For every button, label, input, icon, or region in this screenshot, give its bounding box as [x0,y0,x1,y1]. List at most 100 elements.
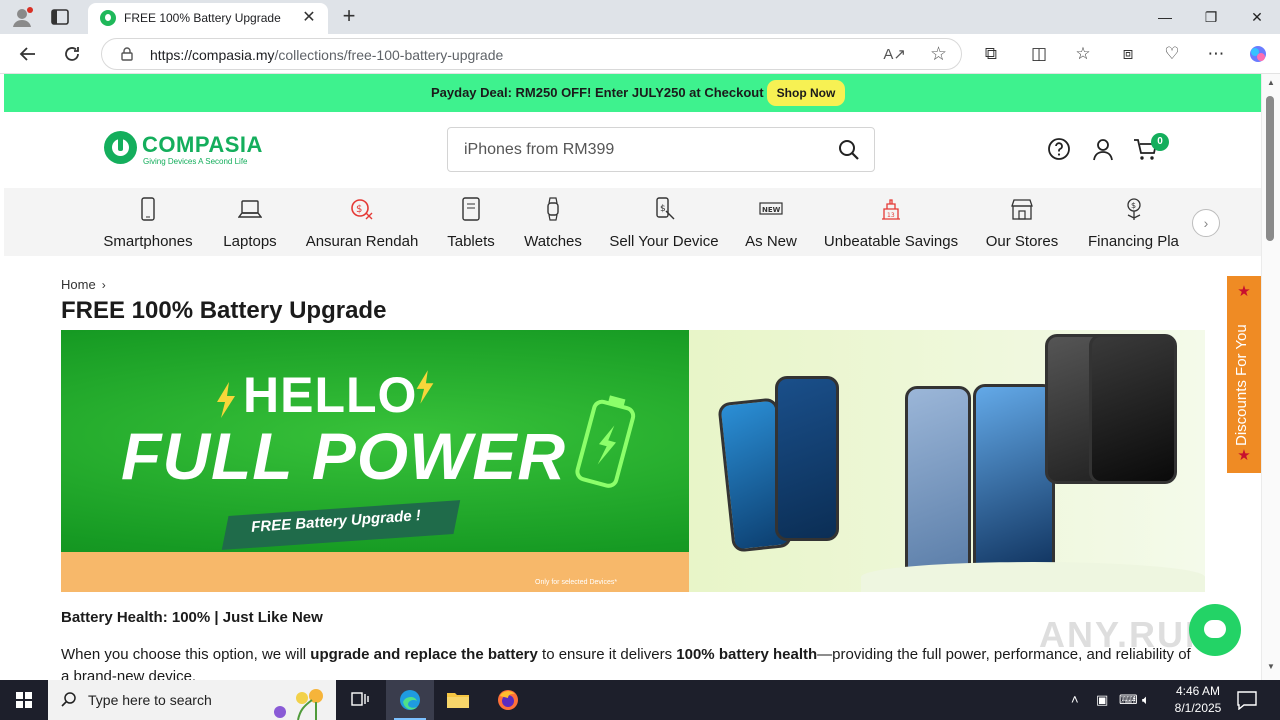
extensions-icon[interactable]: ⧉ [979,42,1003,66]
taskbar-search-input[interactable]: Type here to search [48,680,336,720]
iphone-sierra-blue-image [905,386,971,578]
category-unbeatable-savings[interactable]: 13 Unbeatable Savings [822,188,960,256]
category-our-stores[interactable]: Our Stores [982,188,1062,256]
taskbar-clock[interactable]: 4:46 AM 8/1/2025 [1160,683,1236,717]
restore-button[interactable]: ❐ [1196,5,1226,29]
more-menu-icon[interactable]: ⋯ [1204,42,1228,66]
tab-close-icon[interactable]: ✕ [298,7,320,29]
tray-device-icon[interactable]: ▣ [1096,692,1108,708]
tab-actions-icon[interactable] [50,8,70,26]
shop-now-button[interactable]: Shop Now [767,80,845,106]
category-financing-plans[interactable]: $ Financing Pla [1088,188,1180,256]
copilot-icon[interactable] [1246,42,1270,66]
watch-icon [547,197,559,221]
favorites-icon[interactable]: ☆ [1071,42,1095,66]
browser-essentials-icon[interactable]: ♡ [1160,42,1184,66]
edge-icon [400,690,420,710]
svg-text:$: $ [1131,201,1136,210]
svg-text:NEW: NEW [762,206,781,214]
tab-active[interactable]: FREE 100% Battery Upgrade ✕ [88,3,328,34]
new-tab-button[interactable]: + [338,5,360,27]
banner-full-power-text: FULL POWER [121,419,567,493]
discounts-side-tab[interactable]: ★ Discounts For You ★ [1227,276,1261,473]
taskbar-file-explorer[interactable] [434,680,482,720]
category-next-button[interactable]: › [1192,209,1220,237]
taskbar-edge[interactable] [386,680,434,720]
search-icon [61,692,76,707]
minimize-button[interactable]: — [1150,5,1180,29]
windows-start-icon[interactable] [0,680,48,720]
compasia-logo[interactable]: COMPASIA Giving Devices A Second Life [104,131,262,169]
favorite-star-icon[interactable]: ☆ [930,43,947,66]
search-input[interactable]: iPhones from RM399 [447,127,875,172]
help-icon[interactable] [1046,136,1072,162]
task-view-button[interactable] [336,680,384,720]
volume-icon[interactable]: 🔈︎ [1142,692,1150,708]
url-text: https://compasia.my/collections/free-100… [150,47,503,63]
search-icon[interactable] [838,139,860,161]
breadcrumb-home[interactable]: Home [61,277,96,292]
scroll-down-icon[interactable]: ▼ [1267,662,1275,671]
windows-taskbar: Type here to search ˄ ▣ ⌨ 🔈︎ 4:46 AM 8/1… [0,680,1280,720]
chat-button[interactable] [1189,604,1241,656]
clock-date: 8/1/2025 [1174,701,1222,715]
star-icon: ★ [1237,447,1251,464]
task-view-icon [351,692,369,706]
discounts-label: Discounts For You [1233,324,1250,446]
web-page: Payday Deal: RM250 OFF! Enter JULY250 at… [4,74,1261,680]
description-paragraph: When you choose this option, we will upg… [61,644,1201,680]
scroll-up-icon[interactable]: ▲ [1267,78,1275,87]
taskbar-firefox[interactable] [484,680,532,720]
category-label: As New [745,233,797,250]
lightning-icon [217,382,235,418]
category-label: Ansuran Rendah [305,233,419,250]
logo-name: COMPASIA [142,132,263,157]
category-as-new[interactable]: NEW As New [742,188,800,256]
category-laptops[interactable]: Laptops [216,188,284,256]
store-icon [1011,199,1033,220]
account-icon[interactable] [1090,136,1116,162]
close-window-button[interactable]: ✕ [1242,5,1272,29]
address-bar[interactable]: https://compasia.my/collections/free-100… [101,38,962,70]
browser-toolbar: https://compasia.my/collections/free-100… [0,34,1280,74]
breadcrumb: Home › [61,277,106,292]
promo-text: Payday Deal: RM250 OFF! Enter JULY250 at… [431,85,764,100]
category-ansuran-rendah[interactable]: $ Ansuran Rendah [302,188,422,256]
page-scrollbar[interactable]: ▲ ▼ [1261,74,1280,680]
category-smartphones[interactable]: Smartphones [100,188,196,256]
svg-text:$: $ [660,204,666,214]
tray-chevron-up-icon[interactable]: ˄ [1071,692,1079,707]
collections-icon[interactable]: ⧈ [1116,42,1140,66]
logo-mark-icon [104,131,137,164]
profile-icon[interactable] [10,6,34,28]
read-aloud-icon[interactable]: A↗ [883,45,906,63]
sell-device-icon: $ [656,197,675,220]
taskbar-search-placeholder: Type here to search [88,692,212,708]
category-label: Tablets [447,233,495,250]
category-sell-your-device[interactable]: $ Sell Your Device [608,188,720,256]
page-title: FREE 100% Battery Upgrade [61,297,387,324]
cart-count-badge: 0 [1151,133,1169,151]
desc-bold: upgrade and replace the battery [310,646,538,663]
site-header: COMPASIA Giving Devices A Second Life iP… [4,112,1261,188]
category-label: Laptops [223,233,277,250]
battery-icon [575,395,636,488]
banner-podium [861,562,1205,592]
category-watches[interactable]: Watches [520,188,586,256]
refresh-icon[interactable] [60,42,84,66]
flowers-decoration-icon [274,689,323,720]
split-screen-icon[interactable]: ◫ [1027,42,1051,66]
notifications-icon[interactable] [1236,690,1258,710]
back-arrow-icon[interactable] [16,42,40,66]
chevron-right-icon: › [101,278,106,292]
iphone-black-image [1089,334,1177,484]
svg-text:13: 13 [887,212,895,219]
scrollbar-thumb[interactable] [1266,96,1274,241]
hero-banner: HELLO FULL POWER FREE Battery Upgrade ! … [61,330,1205,592]
category-label: Smartphones [103,233,193,250]
search-placeholder: iPhones from RM399 [464,141,615,158]
network-icon[interactable]: ⌨ [1119,692,1138,708]
category-tablets[interactable]: Tablets [442,188,500,256]
browser-tab-bar: FREE 100% Battery Upgrade ✕ + — ❐ ✕ [0,0,1280,34]
site-info-icon[interactable] [120,47,134,61]
